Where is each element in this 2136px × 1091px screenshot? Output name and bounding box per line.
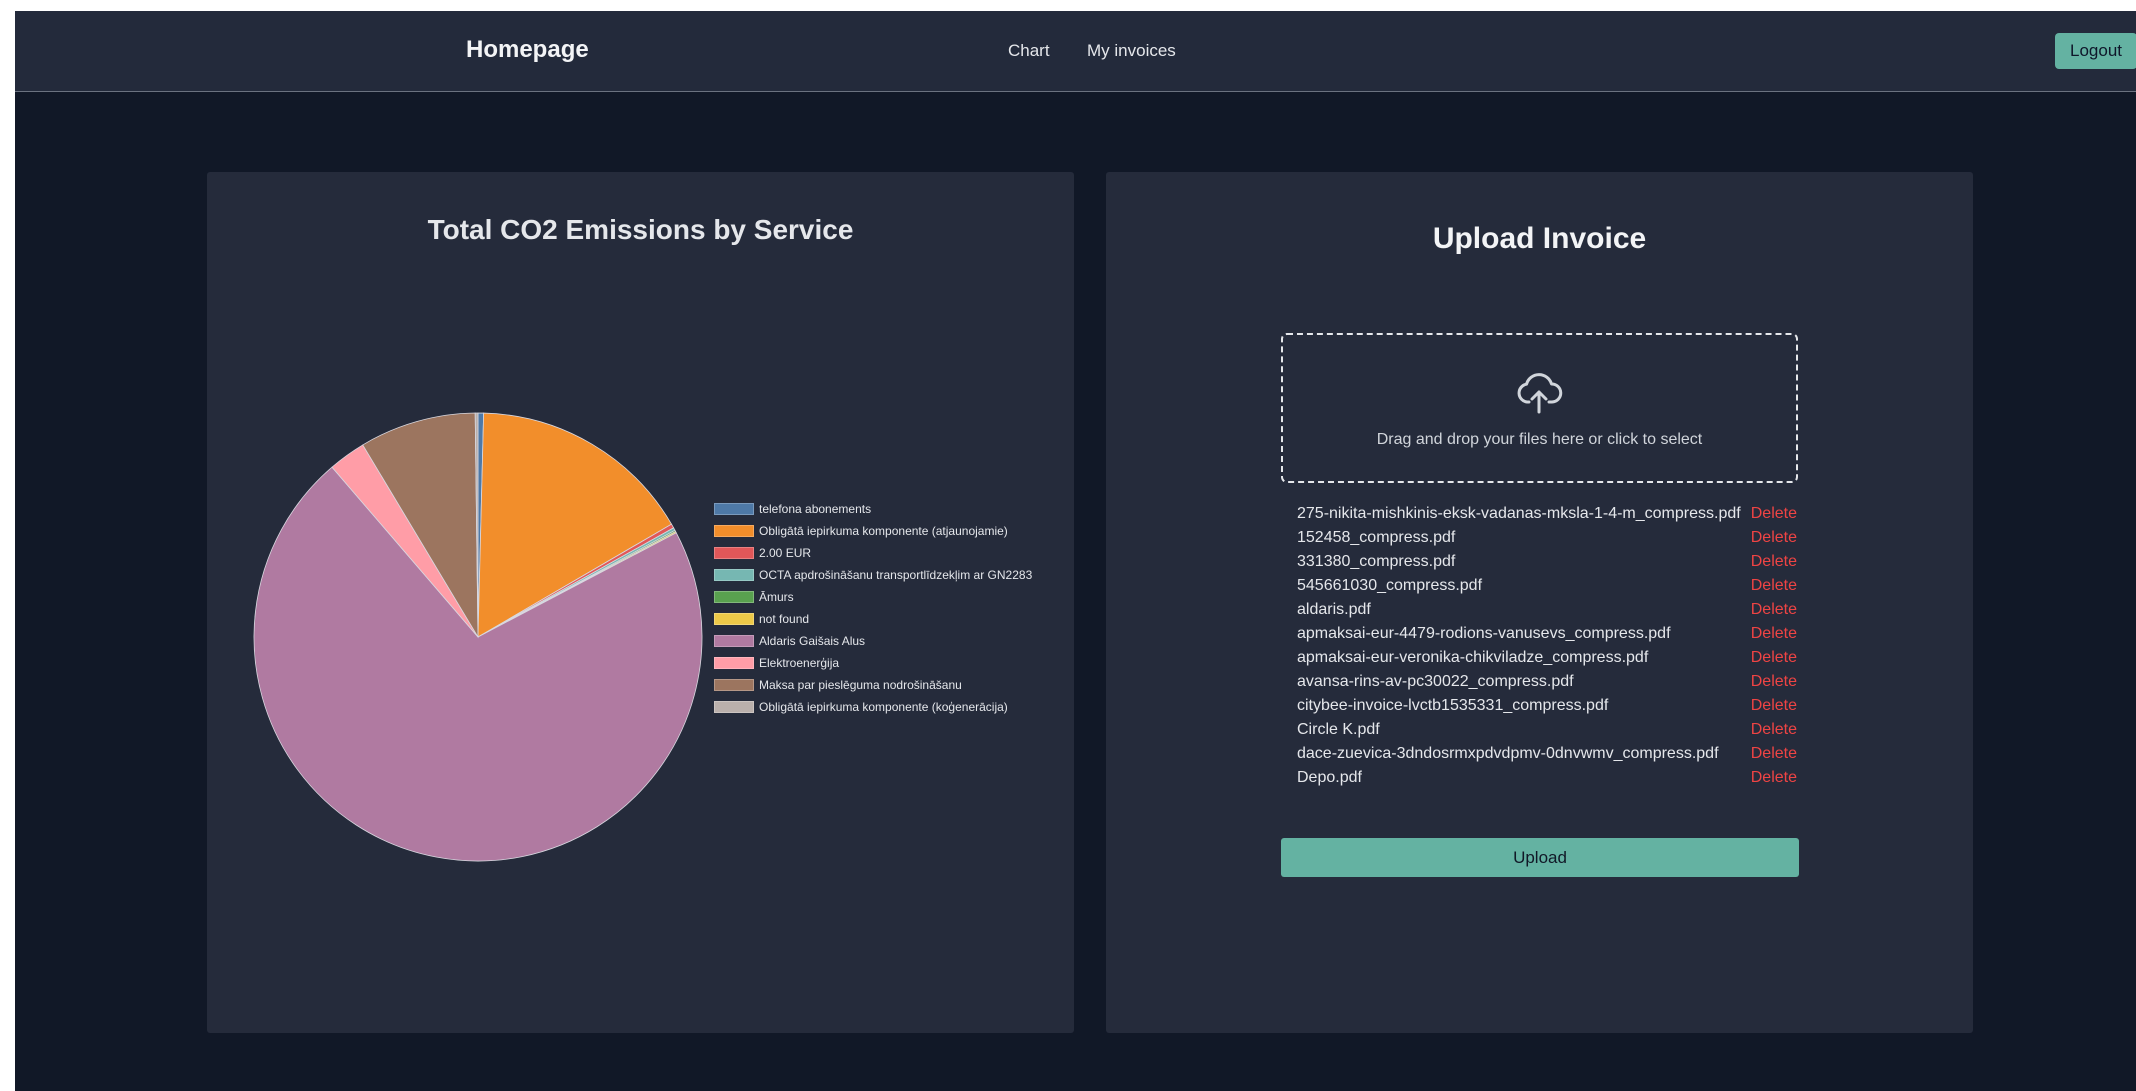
file-name: Depo.pdf [1297, 769, 1362, 786]
brand-homepage[interactable]: Homepage [466, 36, 589, 64]
legend-item[interactable]: Obligātā iepirkuma komponente (atjaunoja… [714, 520, 1074, 542]
app-root: Homepage Chart My invoices Logout Total … [15, 11, 2136, 1091]
delete-file-button[interactable]: Delete [1751, 718, 1797, 742]
legend-item[interactable]: OCTA apdrošināšanu transportlīdzekļim ar… [714, 564, 1074, 586]
legend-item[interactable]: Aldaris Gaišais Alus [714, 630, 1074, 652]
chart-legend: telefona abonements Obligātā iepirkuma ko… [714, 498, 1074, 718]
delete-file-button[interactable]: Delete [1751, 574, 1797, 598]
file-row: 545661030_compress.pdf Delete [1297, 574, 1797, 598]
file-row: Circle K.pdf Delete [1297, 718, 1797, 742]
legend-item[interactable]: Āmurs [714, 586, 1074, 608]
legend-item[interactable]: 2.00 EUR [714, 542, 1074, 564]
legend-item[interactable]: Obligātā iepirkuma komponente (koģenerāc… [714, 696, 1074, 718]
file-row: dace-zuevica-3dndosrmxpdvdpmv-0dnvwmv_co… [1297, 742, 1797, 766]
file-name: citybee-invoice-lvctb1535331_compress.pd… [1297, 697, 1609, 714]
chart-card: Total CO2 Emissions by Service telefona … [207, 172, 1074, 1033]
file-name: apmaksai-eur-veronika-chikviladze_compre… [1297, 649, 1649, 666]
file-name: 152458_compress.pdf [1297, 529, 1456, 546]
delete-file-button[interactable]: Delete [1751, 646, 1797, 670]
file-row: avansa-rins-av-pc30022_compress.pdf Delet… [1297, 670, 1797, 694]
legend-swatch [714, 679, 754, 691]
legend-label: Obligātā iepirkuma komponente (atjaunoja… [759, 524, 1008, 538]
legend-swatch [714, 503, 754, 515]
file-row: 331380_compress.pdf Delete [1297, 550, 1797, 574]
file-name: 545661030_compress.pdf [1297, 577, 1483, 594]
legend-swatch [714, 569, 754, 581]
file-row: aldaris.pdf Delete [1297, 598, 1797, 622]
delete-file-button[interactable]: Delete [1751, 694, 1797, 718]
delete-file-button[interactable]: Delete [1751, 526, 1797, 550]
legend-label: Maksa par pieslēguma nodrošināšanu [759, 678, 962, 692]
file-dropzone[interactable]: Drag and drop your files here or click t… [1281, 333, 1798, 483]
legend-item[interactable]: not found [714, 608, 1074, 630]
legend-label: Obligātā iepirkuma komponente (koģenerāc… [759, 700, 1008, 714]
delete-file-button[interactable]: Delete [1751, 598, 1797, 622]
legend-swatch [714, 591, 754, 603]
file-name: Circle K.pdf [1297, 721, 1380, 738]
file-row: apmaksai-eur-4479-rodions-vanusevs_compr… [1297, 622, 1797, 646]
file-name: 331380_compress.pdf [1297, 553, 1456, 570]
legend-swatch [714, 657, 754, 669]
file-name: aldaris.pdf [1297, 601, 1371, 618]
logout-button[interactable]: Logout [2055, 33, 2136, 69]
file-row: Depo.pdf Delete [1297, 766, 1797, 790]
file-name: dace-zuevica-3dndosrmxpdvdpmv-0dnvwmv_co… [1297, 745, 1719, 762]
file-row: citybee-invoice-lvctb1535331_compress.pd… [1297, 694, 1797, 718]
file-name: 275-nikita-mishkinis-eksk-vadanas-mksla-… [1297, 505, 1741, 522]
file-row: apmaksai-eur-veronika-chikviladze_compre… [1297, 646, 1797, 670]
legend-swatch [714, 547, 754, 559]
file-list: 275-nikita-mishkinis-eksk-vadanas-mksla-… [1297, 502, 1797, 790]
legend-label: OCTA apdrošināšanu transportlīdzekļim ar… [759, 568, 1033, 582]
file-row: 275-nikita-mishkinis-eksk-vadanas-mksla-… [1297, 502, 1797, 526]
legend-label: Aldaris Gaišais Alus [759, 634, 866, 648]
delete-file-button[interactable]: Delete [1751, 670, 1797, 694]
delete-file-button[interactable]: Delete [1751, 622, 1797, 646]
nav-link-my-invoices[interactable]: My invoices [1087, 41, 1176, 61]
legend-item[interactable]: Maksa par pieslēguma nodrošināšanu [714, 674, 1074, 696]
legend-swatch [714, 635, 754, 647]
legend-label: 2.00 EUR [759, 546, 812, 560]
delete-file-button[interactable]: Delete [1751, 766, 1797, 790]
legend-label: Āmurs [759, 590, 794, 604]
cloud-upload-icon [1517, 373, 1563, 414]
upload-card: Upload Invoice Drag and drop your files … [1106, 172, 1973, 1033]
legend-swatch [714, 701, 754, 713]
delete-file-button[interactable]: Delete [1751, 742, 1797, 766]
legend-label: telefona abonements [759, 502, 872, 516]
legend-label: Elektroenerģija [759, 656, 840, 670]
file-row: 152458_compress.pdf Delete [1297, 526, 1797, 550]
legend-item[interactable]: telefona abonements [714, 498, 1074, 520]
nav-link-chart[interactable]: Chart [1008, 41, 1050, 61]
legend-item[interactable]: Elektroenerģija [714, 652, 1074, 674]
upload-button[interactable]: Upload [1281, 838, 1799, 877]
file-name: apmaksai-eur-4479-rodions-vanusevs_compr… [1297, 625, 1671, 642]
upload-title: Upload Invoice [1432, 222, 1647, 255]
navbar: Homepage Chart My invoices Logout [15, 11, 2136, 92]
file-name: avansa-rins-av-pc30022_compress.pdf [1297, 673, 1574, 690]
dropzone-text: Drag and drop your files here or click t… [1376, 431, 1703, 448]
legend-swatch [714, 613, 754, 625]
legend-swatch [714, 525, 754, 537]
legend-label: not found [759, 612, 810, 626]
delete-file-button[interactable]: Delete [1751, 550, 1797, 574]
delete-file-button[interactable]: Delete [1751, 502, 1797, 526]
